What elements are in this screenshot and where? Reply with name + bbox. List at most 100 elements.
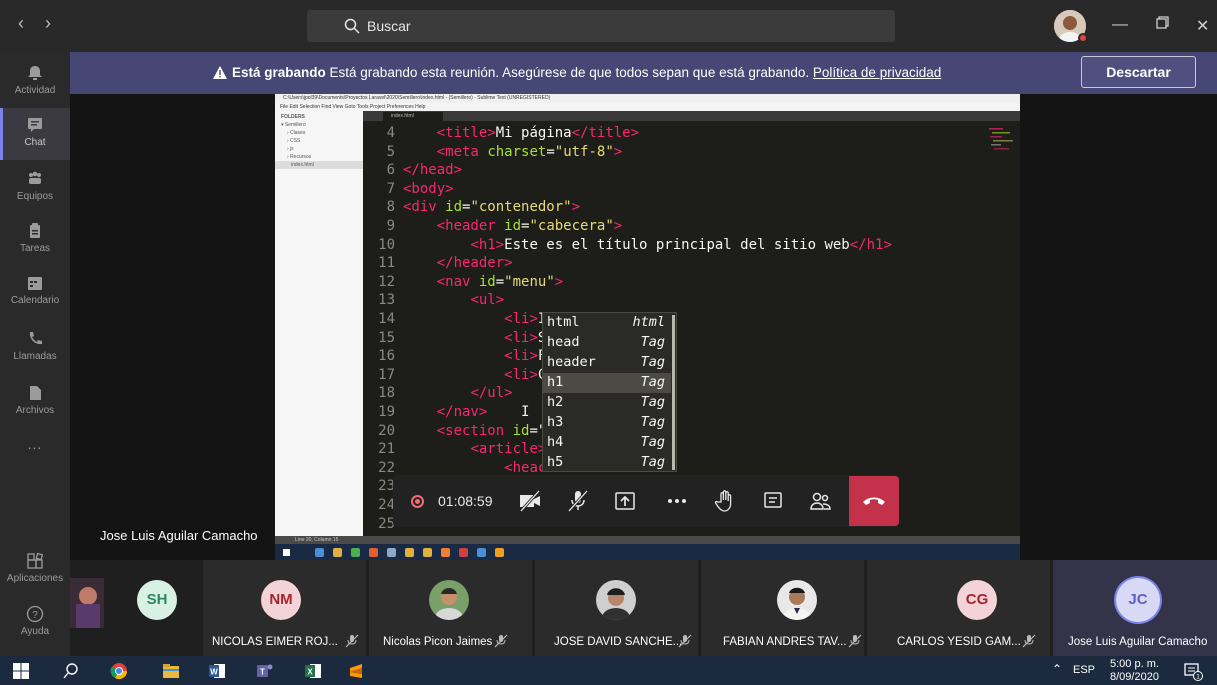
line-number: 25	[378, 515, 395, 532]
autocomplete-item[interactable]: h5 Tag	[543, 453, 671, 473]
folder-item: ▾ Semillero	[281, 122, 306, 128]
recording-banner: Está grabando Está grabando esta reunión…	[70, 52, 1217, 94]
dismiss-button[interactable]: Descartar	[1081, 56, 1196, 88]
rail-item-chat[interactable]: Chat	[0, 108, 70, 160]
clock-date: 8/09/2020	[1110, 671, 1159, 683]
code-text: </ul>	[470, 385, 513, 402]
autocomplete-item[interactable]: html html	[543, 313, 671, 333]
code-text: </header>	[436, 255, 513, 272]
busy-status-icon	[1078, 33, 1088, 43]
more-options-icon[interactable]	[665, 489, 689, 513]
participant-photo	[70, 578, 104, 628]
minimize-icon[interactable]: —	[1112, 16, 1128, 34]
autocomplete-word: h5	[547, 454, 564, 470]
raise-hand-icon[interactable]	[713, 489, 737, 513]
tray-chevron-icon[interactable]: ⌃	[1052, 662, 1062, 676]
call-controls: 01:08:59	[393, 475, 899, 527]
teams-app-icon[interactable]: T	[256, 662, 274, 680]
autocomplete-scrollbar[interactable]	[672, 315, 675, 470]
hang-up-button[interactable]	[849, 476, 899, 526]
mic-muted-icon	[1022, 634, 1036, 648]
participant-avatar: CG	[957, 580, 997, 620]
participant-tile[interactable]: NM NICOLAS EIMER ROJ...	[203, 560, 366, 656]
back-icon[interactable]: ‹	[18, 13, 24, 34]
code-text: <article>	[470, 441, 547, 458]
recording-icon	[411, 495, 424, 508]
code-text: <ul>	[470, 292, 505, 309]
rail-item-tareas[interactable]: Tareas	[0, 216, 70, 266]
forward-icon[interactable]: ›	[45, 13, 51, 34]
autocomplete-item[interactable]: h2 Tag	[543, 393, 671, 413]
participant-tile[interactable]: CG CARLOS YESID GAM...	[867, 560, 1050, 656]
code-text: <body>	[403, 180, 454, 197]
maximize-icon[interactable]	[1155, 16, 1169, 30]
camera-off-icon[interactable]	[518, 489, 542, 513]
participant-name: NICOLAS EIMER ROJ...	[212, 636, 338, 648]
participant-avatar: SH	[137, 580, 177, 620]
participant-name: JOSE DAVID SANCHE...	[554, 636, 683, 648]
autocomplete-item-selected[interactable]: h1 Tag	[543, 373, 671, 393]
rail-item-archivos[interactable]: Archivos	[0, 378, 70, 428]
word-icon[interactable]: W	[208, 662, 226, 680]
svg-text:W: W	[210, 668, 218, 677]
line-number: 21	[378, 441, 395, 458]
svg-text:T: T	[260, 668, 265, 677]
file-explorer-icon[interactable]	[162, 662, 180, 680]
code-line: 18 </ul>	[363, 385, 1020, 405]
rail-item-equipos[interactable]: Equipos	[0, 164, 70, 214]
rail-item-more[interactable]: ...	[0, 436, 70, 460]
rail-item-help[interactable]: ? Ayuda	[0, 605, 70, 645]
participant-photo	[596, 580, 636, 620]
privacy-policy-link[interactable]: Política de privacidad	[813, 65, 941, 80]
line-number: 20	[378, 422, 395, 439]
notifications-icon[interactable]: 1	[1183, 661, 1203, 681]
rail-item-llamadas[interactable]: Llamadas	[0, 324, 70, 374]
code-line: 7 <body>	[363, 181, 1020, 201]
rail-item-actividad[interactable]: Actividad	[0, 58, 70, 102]
autocomplete-type: html	[632, 314, 665, 330]
autocomplete-word: head	[547, 334, 580, 350]
mic-off-icon[interactable]	[566, 489, 590, 513]
autocomplete-item[interactable]: h4 Tag	[543, 433, 671, 453]
participant-tile[interactable]: FABIAN ANDRES TAV...	[701, 560, 864, 656]
rail-item-apps[interactable]: Aplicaciones	[0, 552, 70, 592]
taskbar-search-icon[interactable]	[62, 662, 80, 680]
participant-tile[interactable]: SH	[70, 560, 200, 656]
participant-tile[interactable]: JOSE DAVID SANCHE...	[535, 560, 698, 656]
autocomplete-word: header	[547, 354, 596, 370]
participants-icon[interactable]	[809, 489, 833, 513]
code-text: <section id="	[436, 422, 547, 439]
close-icon[interactable]: ✕	[1196, 16, 1209, 36]
sublime-text-icon[interactable]	[347, 662, 365, 680]
chrome-icon[interactable]	[110, 662, 128, 680]
language-indicator[interactable]: ESP	[1073, 664, 1095, 676]
code-line: 9 <header id="cabecera">	[363, 218, 1020, 238]
line-number: 15	[378, 329, 395, 346]
participant-tile-self[interactable]: JC Jose Luis Aguilar Camacho	[1053, 560, 1217, 656]
line-number: 14	[378, 311, 395, 327]
code-line: 6 </head>	[363, 162, 1020, 182]
line-number: 19	[378, 404, 395, 420]
search-input[interactable]: Buscar	[307, 10, 895, 42]
editor-status-bar: Line 20, Column 15	[275, 536, 1020, 544]
code-line: 16 <li>F	[363, 348, 1020, 368]
rail-label: Ayuda	[20, 626, 50, 637]
chat-panel-icon[interactable]	[761, 489, 785, 513]
windows-start-icon[interactable]	[12, 662, 30, 680]
share-screen-icon[interactable]	[613, 489, 637, 513]
excel-icon[interactable]: X	[304, 662, 322, 680]
autocomplete-item[interactable]: head Tag	[543, 333, 671, 353]
line-number: 23	[378, 478, 395, 495]
autocomplete-item[interactable]: h3 Tag	[543, 413, 671, 433]
code-line: 13 <ul>	[363, 292, 1020, 312]
autocomplete-type: Tag	[640, 414, 665, 430]
rail-item-calendario[interactable]: Calendario	[0, 268, 70, 318]
participant-tile[interactable]: Nicolas Picon Jaimes	[369, 560, 532, 656]
more-icon: ...	[27, 436, 43, 452]
autocomplete-type: Tag	[640, 354, 665, 370]
taskbar-clock[interactable]: 5:00 p. m. 8/09/2020	[1110, 658, 1159, 684]
code-text: <heac	[504, 459, 547, 476]
autocomplete-type: Tag	[640, 334, 665, 350]
apps-icon	[27, 552, 44, 569]
autocomplete-item[interactable]: header Tag	[543, 353, 671, 373]
